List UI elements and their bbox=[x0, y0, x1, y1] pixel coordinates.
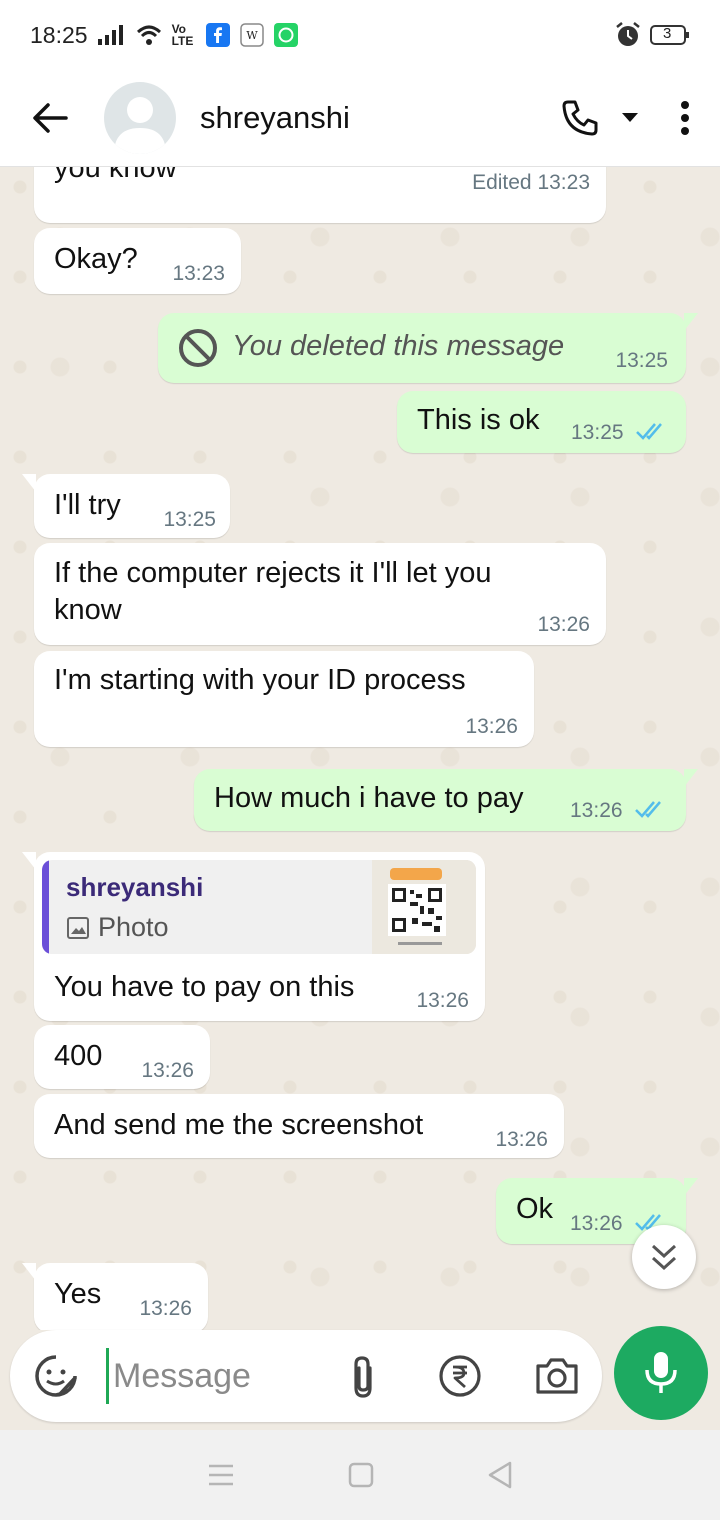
message-incoming[interactable]: I'll try 13:25 bbox=[22, 474, 230, 538]
signal-icon bbox=[97, 25, 126, 45]
message-text-line1: If the computer rejects it I'll let you bbox=[54, 557, 492, 589]
message-time: 13:25 bbox=[163, 508, 216, 531]
message-text: 400 bbox=[54, 1040, 103, 1072]
message-outgoing[interactable]: This is ok 13:25 bbox=[397, 391, 686, 453]
paperclip-icon[interactable] bbox=[346, 1354, 380, 1400]
chat-header: shreyanshi bbox=[0, 70, 720, 167]
recents-icon[interactable] bbox=[207, 1463, 235, 1487]
message-time: 13:23 bbox=[172, 262, 225, 285]
qr-thumbnail[interactable] bbox=[372, 860, 476, 954]
scroll-to-bottom-button[interactable] bbox=[632, 1225, 696, 1289]
camera-icon[interactable] bbox=[534, 1354, 580, 1398]
message-incoming[interactable]: you know Edited 13:23 bbox=[34, 167, 606, 223]
message-incoming[interactable]: If the computer rejects it I'll let you … bbox=[34, 543, 606, 645]
image-icon bbox=[66, 916, 90, 940]
message-outgoing-deleted[interactable]: You deleted this message 13:25 bbox=[158, 313, 698, 383]
rupee-icon[interactable] bbox=[438, 1354, 482, 1398]
message-text: I'm starting with your ID process bbox=[54, 664, 466, 696]
message-composer bbox=[10, 1330, 602, 1422]
bubble-tail bbox=[684, 769, 698, 787]
message-time: 13:25 bbox=[571, 421, 624, 444]
message-time: 13:26 bbox=[570, 1212, 623, 1235]
sticker-icon[interactable] bbox=[34, 1354, 78, 1398]
message-text: You deleted this message bbox=[232, 330, 565, 362]
message-incoming[interactable]: Yes 13:26 bbox=[22, 1263, 208, 1330]
message-time: 13:26 bbox=[495, 1128, 548, 1151]
volte-label: Vo LTE bbox=[171, 22, 194, 48]
battery-icon: 3 bbox=[650, 24, 690, 46]
contact-name[interactable]: shreyanshi bbox=[200, 100, 350, 136]
message-text: Okay? bbox=[54, 243, 138, 275]
message-text: I'll try bbox=[54, 489, 121, 521]
message-incoming[interactable]: Okay? 13:23 bbox=[34, 228, 241, 294]
bubble-tail bbox=[22, 1263, 36, 1281]
message-time: 13:26 bbox=[570, 799, 623, 822]
facebook-icon bbox=[205, 23, 230, 47]
message-text: you know bbox=[54, 167, 177, 184]
message-time: 13:25 bbox=[615, 349, 668, 372]
deleted-icon bbox=[178, 328, 218, 368]
message-time: 13:26 bbox=[465, 715, 518, 738]
chevrons-down-icon bbox=[650, 1242, 678, 1272]
bubble-tail bbox=[684, 313, 698, 331]
message-input[interactable] bbox=[106, 1348, 326, 1404]
phone-icon[interactable] bbox=[550, 88, 610, 148]
quoted-message[interactable]: shreyanshi Photo bbox=[42, 860, 476, 954]
message-text: Ok bbox=[516, 1193, 554, 1225]
quoted-sender: shreyanshi bbox=[66, 872, 204, 902]
call-dropdown-icon[interactable] bbox=[610, 88, 650, 148]
back-arrow-icon[interactable] bbox=[0, 70, 100, 167]
whatsapp-icon bbox=[273, 23, 298, 47]
alarm-icon bbox=[614, 21, 642, 49]
bubble-tail bbox=[22, 852, 36, 870]
message-incoming[interactable]: I'm starting with your ID process 13:26 bbox=[34, 651, 534, 747]
mic-icon bbox=[643, 1350, 679, 1396]
read-ticks-icon bbox=[634, 799, 668, 819]
quoted-type: Photo bbox=[66, 912, 169, 943]
message-text: Yes bbox=[54, 1278, 102, 1310]
message-incoming-reply[interactable]: shreyanshi Photo You have to pay on this… bbox=[22, 852, 485, 1021]
more-vertical-icon[interactable] bbox=[650, 88, 720, 148]
back-nav-icon[interactable] bbox=[487, 1461, 513, 1489]
wiki-icon: W bbox=[239, 23, 264, 47]
message-text: You have to pay on this bbox=[54, 971, 355, 1003]
status-bar: 18:25 Vo LTE W 3 bbox=[0, 0, 720, 70]
message-outgoing[interactable]: How much i have to pay 13:26 bbox=[194, 769, 698, 831]
bubble-tail bbox=[22, 474, 36, 492]
message-time: 13:26 bbox=[139, 1297, 192, 1320]
message-text: And send me the screenshot bbox=[54, 1109, 424, 1141]
svg-text:W: W bbox=[246, 29, 258, 42]
message-time: 13:26 bbox=[141, 1059, 194, 1082]
message-text: How much i have to pay bbox=[214, 782, 524, 814]
bubble-tail bbox=[684, 1178, 698, 1196]
avatar[interactable] bbox=[104, 82, 176, 154]
system-nav-bar bbox=[0, 1430, 720, 1520]
message-text-line2: know bbox=[54, 594, 122, 626]
status-time: 18:25 bbox=[30, 21, 88, 48]
quote-accent-bar bbox=[42, 860, 49, 954]
message-time: 13:26 bbox=[537, 613, 590, 636]
message-incoming[interactable]: And send me the screenshot 13:26 bbox=[34, 1094, 564, 1158]
quoted-type-label: Photo bbox=[98, 912, 169, 942]
mic-button[interactable] bbox=[614, 1326, 708, 1420]
battery-level: 3 bbox=[663, 25, 672, 42]
wifi-icon bbox=[136, 24, 162, 46]
chat-messages[interactable]: you know Edited 13:23 Okay? 13:23 You de… bbox=[0, 167, 720, 1330]
message-text: This is ok bbox=[417, 404, 540, 436]
message-time: Edited 13:23 bbox=[472, 171, 590, 194]
message-incoming[interactable]: 400 13:26 bbox=[34, 1025, 210, 1089]
read-ticks-icon bbox=[635, 421, 669, 441]
home-icon[interactable] bbox=[348, 1462, 374, 1488]
message-time: 13:26 bbox=[416, 989, 469, 1012]
